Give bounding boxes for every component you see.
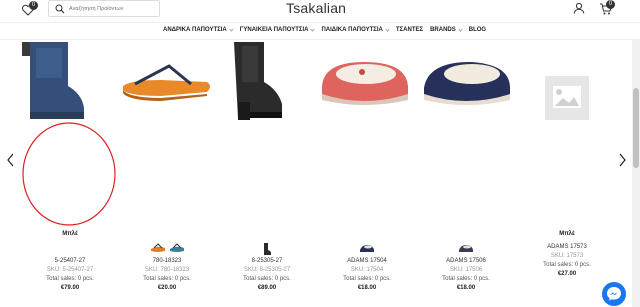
nav-item-label: ΑΝΔΡΙΚΑ ΠΑΠΟΥΤΣΙΑ	[163, 27, 227, 33]
site-logo[interactable]: Tsakalian	[286, 0, 346, 16]
product-sku: SKU: 17506	[449, 267, 483, 273]
product-sku: SKU: 780-18323	[144, 267, 190, 273]
annotation-circle	[22, 122, 116, 226]
chevron-down-icon	[229, 26, 234, 32]
product-card[interactable]: ADAMS 17506 SKU: 17506 Total sales: 0 pc…	[416, 230, 516, 293]
variant-thumbs	[20, 243, 120, 255]
product-sales: Total sales: 0 pcs.	[243, 276, 291, 282]
scrollbar-thumb[interactable]	[633, 88, 639, 168]
product-name[interactable]: 5-25407-27	[20, 257, 120, 266]
chevron-left-icon[interactable]	[6, 153, 16, 167]
nav-item-label: ΤΣΑΝΤΕΣ	[395, 27, 424, 33]
product-sku: SKU: 8-25305-27	[243, 267, 291, 273]
color-label	[117, 230, 217, 239]
header: 0 Tsakalian 0	[0, 0, 640, 20]
product-name[interactable]: ADAMS 17573	[517, 243, 617, 252]
messenger-chat-button[interactable]	[602, 282, 626, 306]
chevron-down-icon	[310, 26, 316, 32]
product-sales: Total sales: 0 pcs.	[343, 276, 391, 282]
product-price: €79.00	[60, 285, 80, 291]
wishlist-button[interactable]: 0	[21, 1, 38, 17]
messenger-icon	[607, 287, 621, 301]
product-sku: SKU: 5-25407-27	[46, 267, 94, 273]
product-card[interactable]: 780-18323 SKU: 780-18323 Total sales: 0 …	[117, 230, 217, 293]
product-sales: Total sales: 0 pcs.	[543, 262, 591, 268]
nav-item-label: ΠΑΙΔΙΚΑ ΠΑΠΟΥΤΣΙΑ	[321, 27, 383, 33]
product-sku: SKU: 17504	[350, 267, 384, 273]
variant-thumbs[interactable]	[416, 243, 516, 255]
nav-item-mens-shoes[interactable]: ΑΝΔΡΙΚΑ ΠΑΠΟΥΤΣΙΑ	[163, 26, 234, 33]
variant-thumb[interactable]	[169, 243, 185, 253]
product-image-navy-slipper[interactable]	[420, 56, 514, 108]
nav-item-label: BLOG	[468, 27, 487, 33]
color-label	[317, 230, 417, 239]
main-nav: ΑΝΔΡΙΚΑ ΠΑΠΟΥΤΣΙΑ ΓΥΝΑΙΚΕΙΑ ΠΑΠΟΥΤΣΙΑ ΠΑ…	[0, 22, 640, 40]
nav-item-kids-shoes[interactable]: ΠΑΙΔΙΚΑ ΠΑΠΟΥΤΣΙΑ	[321, 26, 390, 33]
cart-count-badge: 0	[606, 0, 615, 9]
product-sku: SKU: 17573	[550, 253, 584, 259]
nav-item-label: BRANDS	[430, 27, 456, 33]
variant-thumbs[interactable]	[317, 243, 417, 255]
product-sales: Total sales: 0 pcs.	[143, 276, 191, 282]
page-scrollbar[interactable]	[632, 40, 640, 307]
nav-item-brands[interactable]: BRANDS	[430, 26, 463, 33]
chevron-down-icon	[385, 26, 390, 32]
search-input[interactable]	[69, 3, 157, 15]
product-price: €18.00	[456, 285, 476, 291]
color-label[interactable]: Mπλέ	[20, 230, 120, 239]
chevron-right-icon[interactable]	[617, 153, 627, 167]
color-label	[416, 230, 516, 239]
product-card[interactable]: ADAMS 17504 SKU: 17504 Total sales: 0 pc…	[317, 230, 417, 293]
nav-item-bags[interactable]: ΤΣΑΝΤΕΣ	[396, 27, 423, 33]
variant-thumb[interactable]	[262, 243, 272, 255]
variant-thumb[interactable]	[458, 243, 474, 253]
nav-item-blog[interactable]: BLOG	[469, 27, 486, 33]
product-card[interactable]: Mπλέ 5-25407-27 SKU: 5-25407-27 Total sa…	[20, 230, 120, 293]
chevron-down-icon	[458, 26, 463, 32]
variant-thumb[interactable]	[150, 243, 166, 253]
product-card[interactable]: Mπλέ ADAMS 17573 SKU: 17573 Total sales:…	[517, 230, 617, 279]
product-price: €18.00	[357, 285, 377, 291]
product-sales: Total sales: 0 pcs.	[46, 276, 94, 282]
product-image-blue-boot[interactable]	[22, 42, 86, 120]
search-box[interactable]	[48, 0, 160, 17]
image-placeholder-icon[interactable]	[545, 76, 589, 120]
user-icon[interactable]	[573, 2, 585, 14]
nav-item-label: ΓΥΝΑΙΚΕΙΑ ΠΑΠΟΥΤΣΙΑ	[239, 27, 309, 33]
color-label[interactable]: Mπλέ	[517, 230, 617, 239]
product-image-pink-slipper[interactable]	[318, 56, 412, 108]
product-name[interactable]: 780-18323	[117, 257, 217, 266]
product-card[interactable]: 8-25305-27 SKU: 8-25305-27 Total sales: …	[217, 230, 317, 293]
product-name[interactable]: 8-25305-27	[217, 257, 317, 266]
product-sales: Total sales: 0 pcs.	[442, 276, 490, 282]
product-image-flip-flop[interactable]	[121, 62, 213, 102]
product-price: €27.00	[557, 271, 577, 277]
product-name[interactable]: ADAMS 17506	[416, 257, 516, 266]
nav-item-womens-shoes[interactable]: ΓΥΝΑΙΚΕΙΑ ΠΑΠΟΥΤΣΙΑ	[239, 26, 316, 33]
product-name[interactable]: ADAMS 17504	[317, 257, 417, 266]
variant-thumb[interactable]	[359, 243, 375, 253]
product-image-black-boot[interactable]	[228, 42, 284, 120]
color-label	[217, 230, 317, 239]
cart-button[interactable]: 0	[599, 0, 615, 16]
product-price: €89.00	[257, 285, 277, 291]
product-price: €20.00	[157, 285, 177, 291]
wishlist-count-badge: 0	[29, 1, 38, 10]
search-icon[interactable]	[55, 4, 65, 14]
variant-thumbs[interactable]	[117, 243, 217, 255]
variant-thumbs[interactable]	[217, 243, 317, 255]
